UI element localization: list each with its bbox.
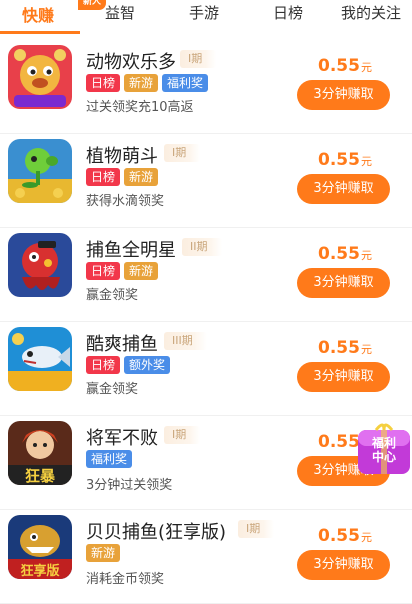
- game-description: 获得水滴领奖: [86, 194, 165, 209]
- top-tab-bar: 快赚 新人 益智 手游 日榜 我的关注: [0, 0, 412, 34]
- period-badge: I期: [238, 520, 275, 538]
- period-badge: I期: [164, 426, 201, 444]
- tab-ribang[interactable]: 日榜: [273, 2, 303, 23]
- fishing-star-game-icon: [8, 233, 72, 297]
- tab-my-follow[interactable]: 我的关注: [341, 2, 401, 23]
- claim-button[interactable]: 3分钟赚取: [297, 80, 390, 110]
- tab-label: 快赚: [22, 6, 55, 25]
- game-name: 贝贝捕鱼(狂享版): [86, 522, 227, 543]
- game-name: 动物欢乐多: [86, 52, 176, 73]
- tag-group: 日榜 新游: [86, 166, 162, 186]
- svg-text:狂暴: 狂暴: [25, 467, 56, 485]
- active-tab-indicator: [0, 31, 80, 34]
- tag-group: 福利奖: [86, 448, 136, 468]
- game-description: 消耗金币领奖: [86, 572, 165, 587]
- period-badge: I期: [180, 50, 217, 68]
- svg-text:狂享版: 狂享版: [20, 563, 59, 579]
- tag-bonus: 福利奖: [162, 74, 209, 92]
- claim-button[interactable]: 3分钟赚取: [297, 362, 390, 392]
- welfare-center-button[interactable]: 福利 中心: [356, 422, 412, 478]
- reward-amount: 0.55元: [318, 150, 372, 170]
- tag-daily-rank: 日榜: [86, 168, 121, 186]
- plant-game-icon: [8, 139, 72, 203]
- tag-daily-rank: 日榜: [86, 356, 121, 374]
- tab-shouyou[interactable]: 手游: [189, 2, 219, 23]
- tab-yizhi[interactable]: 益智: [105, 2, 135, 23]
- game-description: 赢金领奖: [86, 382, 139, 397]
- period-badge: I期: [164, 144, 201, 162]
- tag-new-game: 新游: [124, 168, 159, 186]
- list-item[interactable]: 酷爽捕鱼 III期 日榜 额外奖 赢金领奖 0.55元 3分钟赚取: [0, 322, 412, 416]
- game-name: 酷爽捕鱼: [86, 334, 158, 355]
- tag-daily-rank: 日榜: [86, 262, 121, 280]
- tag-group: 日榜 新游 福利奖: [86, 72, 212, 92]
- game-description: 3分钟过关领奖: [86, 478, 173, 493]
- tag-new-game: 新游: [86, 544, 121, 562]
- period-badge: II期: [182, 238, 222, 256]
- reward-amount: 0.55元: [318, 56, 372, 76]
- welfare-center-label: 福利 中心: [371, 436, 396, 464]
- game-name: 将军不败: [86, 428, 158, 449]
- game-description: 赢金领奖: [86, 288, 139, 303]
- new-user-badge: 新人: [78, 0, 107, 10]
- cool-fishing-game-icon: [8, 327, 72, 391]
- list-item[interactable]: 动物欢乐多 I期 日榜 新游 福利奖 过关领奖充10高返 0.55元 3分钟赚取: [0, 40, 412, 134]
- tag-group: 新游: [86, 542, 124, 562]
- game-name: 植物萌斗: [86, 146, 158, 167]
- general-game-icon: 狂暴: [8, 421, 72, 485]
- claim-button[interactable]: 3分钟赚取: [297, 174, 390, 204]
- tag-group: 日榜 额外奖: [86, 354, 174, 374]
- period-badge: III期: [164, 332, 207, 350]
- claim-button[interactable]: 3分钟赚取: [297, 550, 390, 580]
- tab-kuaizhuan[interactable]: 快赚 新人: [22, 0, 107, 26]
- reward-amount: 0.55元: [318, 244, 372, 264]
- list-item[interactable]: 狂享版 贝贝捕鱼(狂享版) I期 新游 消耗金币领奖 0.55元 3分钟赚取: [0, 510, 412, 604]
- list-item[interactable]: 捕鱼全明星 II期 日榜 新游 赢金领奖 0.55元 3分钟赚取: [0, 228, 412, 322]
- reward-amount: 0.55元: [318, 338, 372, 358]
- tag-group: 日榜 新游: [86, 260, 162, 280]
- tag-new-game: 新游: [124, 262, 159, 280]
- tag-bonus: 福利奖: [86, 450, 133, 468]
- reward-amount: 0.55元: [318, 526, 372, 546]
- beibei-fishing-game-icon: 狂享版: [8, 515, 72, 579]
- list-item[interactable]: 狂暴 将军不败 I期 福利奖 3分钟过关领奖 0.55元 3分钟赚取: [0, 416, 412, 510]
- animal-game-icon: [8, 45, 72, 109]
- claim-button[interactable]: 3分钟赚取: [297, 268, 390, 298]
- tag-daily-rank: 日榜: [86, 74, 121, 92]
- game-list: 动物欢乐多 I期 日榜 新游 福利奖 过关领奖充10高返 0.55元 3分钟赚取 植…: [0, 40, 412, 604]
- tag-extra-bonus: 额外奖: [124, 356, 171, 374]
- game-name: 捕鱼全明星: [86, 240, 176, 261]
- tag-new-game: 新游: [124, 74, 159, 92]
- game-description: 过关领奖充10高返: [86, 100, 194, 115]
- list-item[interactable]: 植物萌斗 I期 日榜 新游 获得水滴领奖 0.55元 3分钟赚取: [0, 134, 412, 228]
